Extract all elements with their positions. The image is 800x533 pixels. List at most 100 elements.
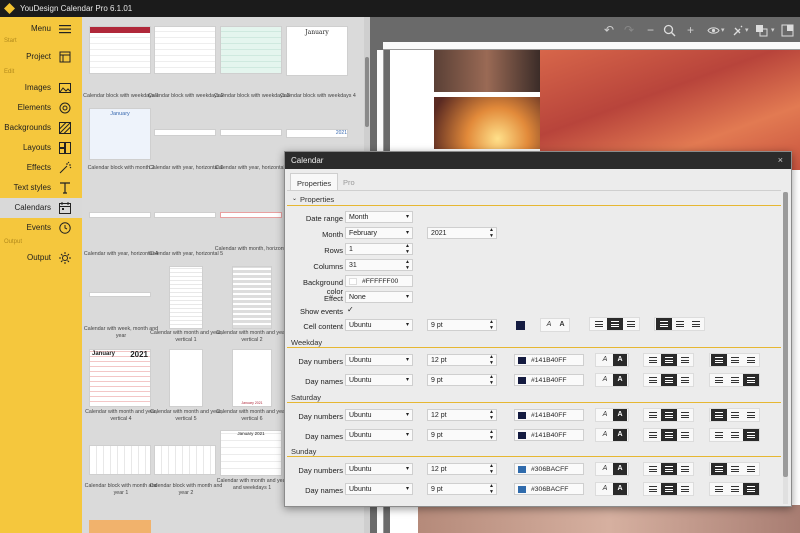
- font-dropdown[interactable]: Ubuntu ▾: [345, 374, 413, 386]
- text-color-field[interactable]: #141B40FF: [514, 354, 584, 366]
- align-top-button[interactable]: [711, 429, 727, 441]
- align-bottom-button[interactable]: [688, 318, 704, 330]
- align-middle-button[interactable]: [727, 483, 743, 495]
- text-color-field[interactable]: #141B40FF: [514, 374, 584, 386]
- color-swatch[interactable]: [518, 412, 526, 419]
- sidebar-item-effects[interactable]: Effects: [0, 158, 82, 178]
- zoom-out-icon[interactable]: −: [647, 23, 654, 37]
- align-center-button[interactable]: [661, 463, 677, 475]
- sidebar-item-output[interactable]: Output: [0, 248, 82, 268]
- align-bottom-button[interactable]: [743, 463, 759, 475]
- gallery-scrollbar-thumb[interactable]: [365, 57, 369, 127]
- align-top-button[interactable]: [711, 409, 727, 421]
- photo-frame[interactable]: [434, 97, 540, 149]
- font-dropdown[interactable]: Ubuntu ▾: [345, 463, 413, 475]
- align-top-button[interactable]: [656, 318, 672, 330]
- align-center-button[interactable]: [661, 374, 677, 386]
- align-right-button[interactable]: [677, 354, 693, 366]
- font-small-button[interactable]: A: [598, 354, 612, 366]
- sidebar-item-elements[interactable]: Elements: [0, 98, 82, 118]
- align-left-button[interactable]: [645, 483, 661, 495]
- font-dropdown[interactable]: Ubuntu ▾: [345, 483, 413, 495]
- align-right-button[interactable]: [623, 318, 639, 330]
- align-right-button[interactable]: [677, 374, 693, 386]
- align-bottom-button[interactable]: [743, 354, 759, 366]
- panel-layout-icon[interactable]: [781, 24, 794, 37]
- align-right-button[interactable]: [677, 463, 693, 475]
- align-bottom-button[interactable]: [743, 483, 759, 495]
- align-left-button[interactable]: [645, 374, 661, 386]
- font-large-button[interactable]: A: [613, 374, 627, 386]
- font-size-stepper[interactable]: 9 pt ▲ ▼: [427, 374, 497, 386]
- align-left-button[interactable]: [645, 409, 661, 421]
- background-color-field[interactable]: #FFFFFF00: [345, 275, 413, 287]
- font-large-button[interactable]: A: [613, 463, 627, 475]
- align-top-button[interactable]: [711, 354, 727, 366]
- stepper-arrows-icon[interactable]: ▲ ▼: [489, 483, 494, 495]
- tab-pro[interactable]: Pro: [337, 173, 361, 190]
- font-small-button[interactable]: A: [598, 429, 612, 441]
- align-bottom-button[interactable]: [743, 409, 759, 421]
- month-dropdown[interactable]: February ▾: [345, 227, 413, 239]
- font-small-button[interactable]: A: [543, 319, 555, 331]
- zoom-icon[interactable]: [663, 24, 676, 37]
- align-right-button[interactable]: [677, 483, 693, 495]
- font-small-button[interactable]: A: [598, 463, 612, 475]
- sidebar-item-backgrounds[interactable]: Backgrounds: [0, 118, 82, 138]
- align-middle-button[interactable]: [727, 429, 743, 441]
- text-color-field[interactable]: #306BACFF: [514, 483, 584, 495]
- menu-button[interactable]: Menu: [0, 19, 82, 39]
- undo-icon[interactable]: ↶: [604, 23, 614, 37]
- stepper-arrows-icon[interactable]: ▲ ▼: [489, 319, 494, 331]
- year-stepper[interactable]: 2021 ▲ ▼: [427, 227, 497, 239]
- color-swatch[interactable]: [518, 377, 526, 384]
- font-dropdown[interactable]: Ubuntu ▾: [345, 409, 413, 421]
- columns-stepper[interactable]: 31 ▲ ▼: [345, 259, 413, 271]
- photo-frame[interactable]: [418, 505, 800, 533]
- stepper-arrows-icon[interactable]: ▲ ▼: [489, 354, 494, 366]
- zoom-in-icon[interactable]: +: [687, 23, 694, 37]
- align-left-button[interactable]: [645, 354, 661, 366]
- font-large-button[interactable]: A: [613, 354, 627, 366]
- align-right-button[interactable]: [677, 429, 693, 441]
- font-size-stepper[interactable]: 12 pt ▲ ▼: [427, 463, 497, 475]
- template-thumb-partial[interactable]: [89, 520, 151, 533]
- sidebar-item-calendars[interactable]: Calendars: [0, 198, 82, 218]
- effect-dropdown[interactable]: None ▾: [345, 291, 413, 303]
- sidebar-item-events[interactable]: Events: [0, 218, 82, 238]
- align-middle-button[interactable]: [727, 409, 743, 421]
- stepper-arrows-icon[interactable]: ▲ ▼: [405, 259, 410, 271]
- date-range-dropdown[interactable]: Month ▾: [345, 211, 413, 223]
- stepper-arrows-icon[interactable]: ▲ ▼: [489, 374, 494, 386]
- sidebar-item-layouts[interactable]: Layouts: [0, 138, 82, 158]
- font-size-stepper[interactable]: 12 pt ▲ ▼: [427, 354, 497, 366]
- align-middle-button[interactable]: [672, 318, 688, 330]
- eye-icon[interactable]: [707, 26, 720, 35]
- font-size-stepper[interactable]: 9 pt ▲ ▼: [427, 429, 497, 441]
- close-icon[interactable]: ×: [778, 155, 783, 165]
- align-center-button[interactable]: [661, 429, 677, 441]
- align-center-button[interactable]: [607, 318, 623, 330]
- redo-icon[interactable]: ↷: [624, 23, 634, 37]
- align-middle-button[interactable]: [727, 463, 743, 475]
- align-center-button[interactable]: [661, 409, 677, 421]
- font-small-button[interactable]: A: [598, 409, 612, 421]
- color-swatch[interactable]: [349, 278, 357, 285]
- chevron-down-icon[interactable]: ⌄: [292, 195, 297, 202]
- font-size-stepper[interactable]: 12 pt ▲ ▼: [427, 409, 497, 421]
- photo-frame[interactable]: [434, 50, 540, 92]
- stepper-arrows-icon[interactable]: ▲ ▼: [489, 463, 494, 475]
- align-center-button[interactable]: [661, 354, 677, 366]
- sidebar-item-images[interactable]: Images: [0, 78, 82, 98]
- font-dropdown[interactable]: Ubuntu ▾: [345, 354, 413, 366]
- align-bottom-button[interactable]: [743, 374, 759, 386]
- cell-color-swatch[interactable]: [516, 321, 525, 330]
- align-top-button[interactable]: [711, 483, 727, 495]
- dialog-title-bar[interactable]: Calendar ×: [285, 152, 791, 169]
- cell-size-stepper[interactable]: 9 pt ▲ ▼: [427, 319, 497, 331]
- font-small-button[interactable]: A: [598, 483, 612, 495]
- sidebar-item-text-styles[interactable]: Text styles: [0, 178, 82, 198]
- stepper-arrows-icon[interactable]: ▲ ▼: [489, 227, 494, 239]
- color-swatch[interactable]: [518, 357, 526, 364]
- align-top-button[interactable]: [711, 374, 727, 386]
